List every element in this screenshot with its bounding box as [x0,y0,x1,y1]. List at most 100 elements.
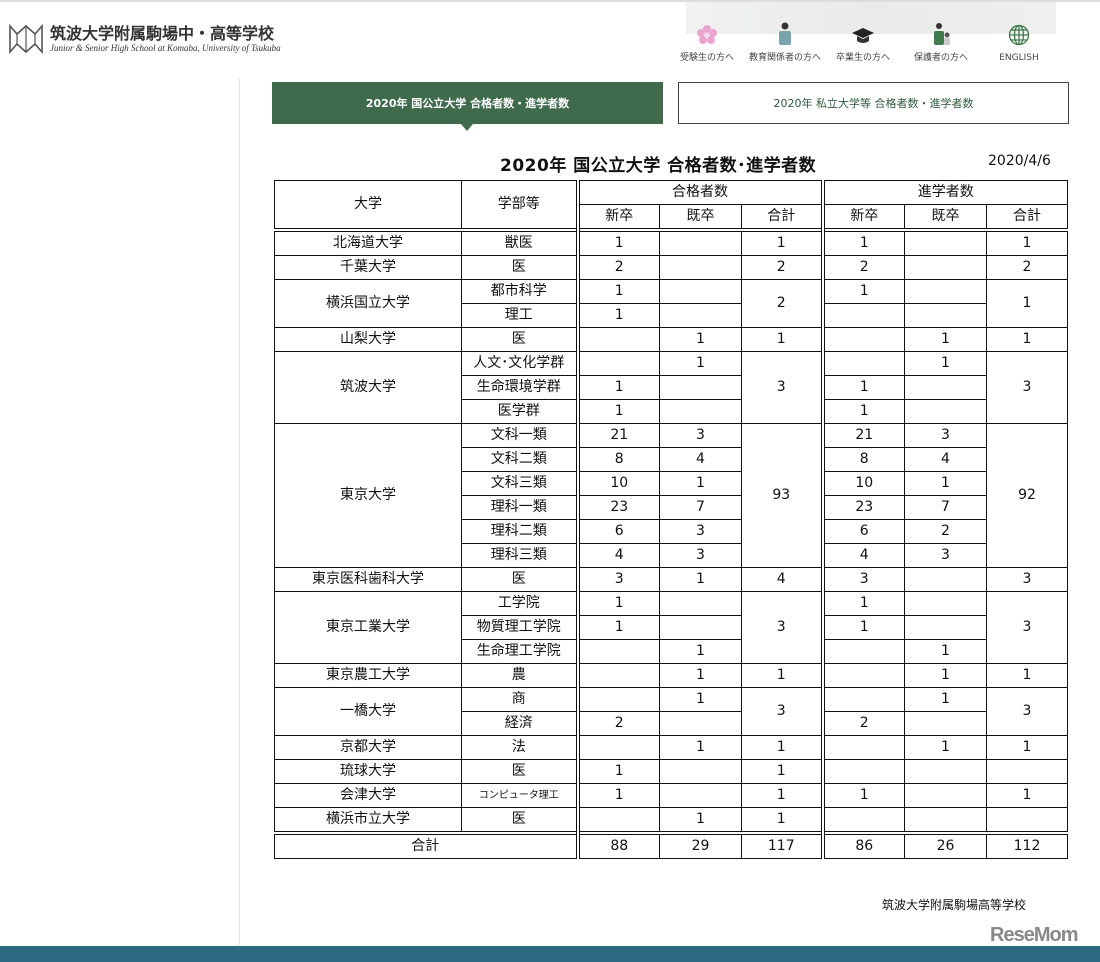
resemom-watermark: ReseMom [990,924,1078,946]
nav-english[interactable]: ENGLISH [980,22,1058,64]
enrolled-old: 1 [904,471,987,496]
tab-label: 2020年 国公立大学 合格者数・進学者数 [365,97,570,110]
passed-total: 3 [741,351,823,424]
enrolled-total: 1 [986,663,1068,688]
enrolled-new: 4 [820,543,905,568]
passed-new: 23 [575,495,660,520]
passed-old: 3 [659,423,742,448]
passed-old [659,591,742,616]
passed-old [659,759,742,784]
total-enrolled-new: 86 [820,831,905,859]
university-name: 筑波大学 [274,351,462,424]
passed-new: 1 [575,759,660,784]
enrolled-total: 1 [986,783,1068,808]
graduation-cap-icon [852,28,874,43]
passed-new: 1 [575,303,660,328]
enrolled-old: 4 [904,447,987,472]
total-enrolled-old: 26 [904,831,987,859]
faculty-name: 理科二類 [461,519,578,544]
enrolled-total: 3 [986,567,1068,592]
teacher-icon [779,22,791,45]
university-name: 京都大学 [274,735,462,760]
enrolled-total: 1 [986,279,1068,328]
sidebar-divider [239,78,240,946]
enrolled-new: 10 [820,471,905,496]
faculty-name: 経済 [461,711,578,736]
passed-old: 3 [659,543,742,568]
passed-total: 3 [741,687,823,736]
faculty-name: 都市科学 [461,279,578,304]
table-row: 琉球大学医 1 1 [274,759,1068,784]
enrolled-old [904,255,987,280]
enrolled-new: 1 [820,228,905,256]
passed-new [575,639,660,664]
header-enrolled-new: 新卒 [820,204,905,231]
header-enrolled: 進学者数 [820,180,1068,205]
nav-prospective-students[interactable]: 受験生の方へ [668,22,746,64]
faculty-name: 理科三類 [461,543,578,568]
university-name: 山梨大学 [274,327,462,352]
faculty-name: 生命理工学院 [461,639,578,664]
passed-new [575,735,660,760]
enrolled-total: 3 [986,687,1068,736]
table-row: 会津大学 コンピュータ理工 1 1 1 1 [274,783,1068,808]
passed-new: 10 [575,471,660,496]
enrolled-new: 1 [820,399,905,424]
header-passed-new: 新卒 [575,204,660,231]
passed-old [659,303,742,328]
faculty-name: コンピュータ理工 [461,783,578,808]
faculty-name: 文科三類 [461,471,578,496]
passed-old [659,711,742,736]
enrolled-total: 3 [986,351,1068,424]
enrolled-new: 8 [820,447,905,472]
nav-educators[interactable]: 教育関係者の方へ [746,22,824,64]
school-logo[interactable]: 筑波大学附属駒場中・高等学校 Junior & Senior High Scho… [8,22,281,56]
enrolled-new: 1 [820,375,905,400]
passed-old [659,399,742,424]
faculty-name: 獣医 [461,228,578,256]
table-row: 筑波大学 人文･文化学群 1 3 1 3 [274,351,1068,424]
total-passed-old: 29 [659,831,742,859]
passed-old [659,375,742,400]
passed-new [575,663,660,688]
total-label: 合計 [274,831,578,859]
enrolled-old [904,228,987,256]
nav-parents[interactable]: 保護者の方へ [902,22,980,64]
passed-old: 1 [659,471,742,496]
enrolled-total: 92 [986,423,1068,568]
university-name: 会津大学 [274,783,462,808]
header-passed-total: 合計 [741,204,823,231]
faculty-name: 工学院 [461,591,578,616]
passed-total: 1 [741,663,823,688]
passed-total: 1 [741,228,823,256]
passed-old [659,255,742,280]
tab-private[interactable]: 2020年 私立大学等 合格者数・進学者数 [678,82,1069,124]
tab-national-public[interactable]: 2020年 国公立大学 合格者数・進学者数 [272,82,663,131]
enrolled-old [904,399,987,424]
active-tab-indicator [461,124,473,131]
nav-label: 保護者の方へ [913,53,968,63]
bottom-bar [0,946,1100,962]
table-row: 山梨大学医 1 1 1 1 [274,327,1068,352]
passed-total: 1 [741,759,823,784]
total-row: 合計 88 29 117 86 26 112 [274,831,1068,859]
passed-new [575,351,660,376]
faculty-name: 生命環境学群 [461,375,578,400]
passed-total: 2 [741,279,823,328]
faculty-name: 医 [461,327,578,352]
header-passed-old: 既卒 [659,204,742,231]
enrolled-old [904,375,987,400]
faculty-name: 医 [461,807,578,834]
passed-old: 1 [659,639,742,664]
nav-alumni[interactable]: 卒業生の方へ [824,22,902,64]
faculty-name: 理工 [461,303,578,328]
faculty-name: 農 [461,663,578,688]
nav-label: 卒業生の方へ [835,53,890,63]
enrolled-total: 1 [986,327,1068,352]
enrolled-new: 23 [820,495,905,520]
tab-label: 2020年 私立大学等 合格者数・進学者数 [773,97,974,110]
parent-child-icon [934,23,950,45]
passed-total: 93 [741,423,823,568]
enrolled-new: 2 [820,711,905,736]
passed-new: 2 [575,255,660,280]
